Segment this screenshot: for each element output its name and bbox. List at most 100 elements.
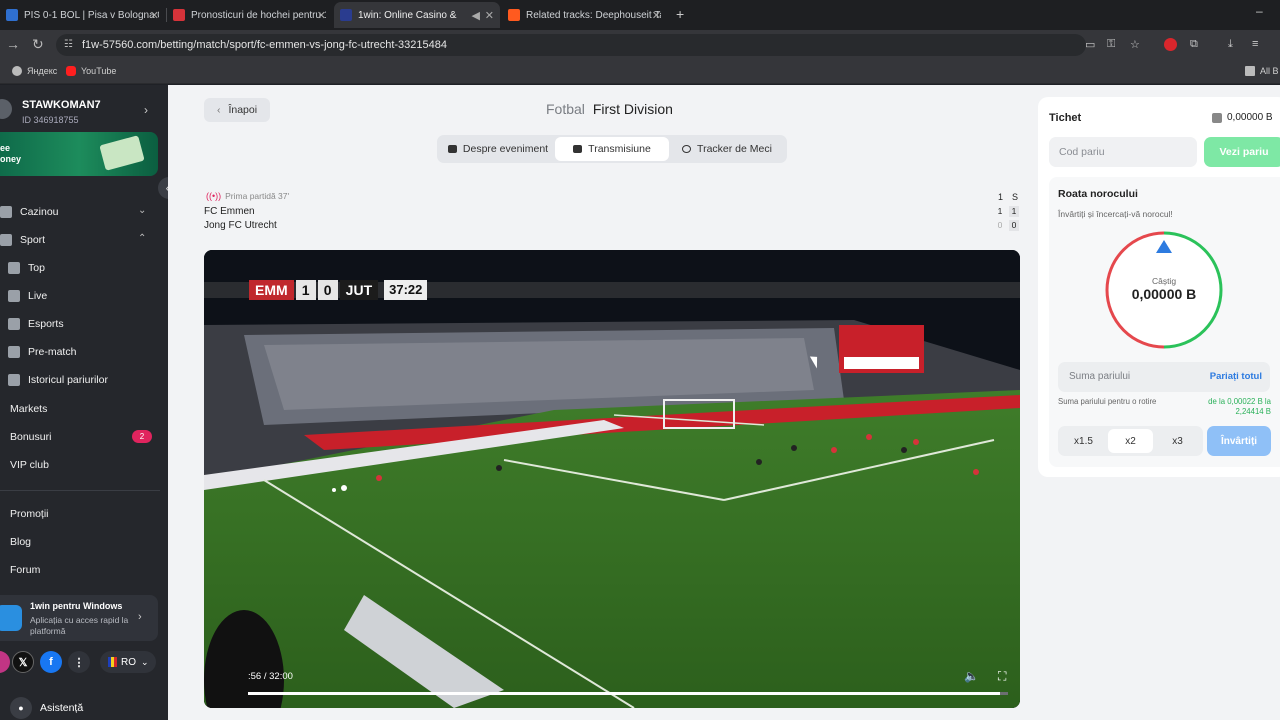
close-icon[interactable]: ✕ <box>485 9 494 22</box>
sidebar-item-top[interactable]: Top <box>8 258 45 278</box>
volume-icon[interactable]: 🔈 <box>964 669 979 683</box>
close-icon[interactable]: ✕ <box>652 9 661 22</box>
bookmark-label: All B <box>1260 66 1279 76</box>
facebook-icon[interactable]: f <box>40 651 62 673</box>
score-col-header: 1 <box>998 192 1004 202</box>
balance-value: 0,00000 B <box>1227 112 1273 123</box>
bookmark-label: Яндекс <box>27 66 58 76</box>
sidebar-item-label: Forum <box>10 564 41 576</box>
sidebar-item-sport[interactable]: Sport <box>0 230 45 250</box>
video-player[interactable]: EMM 1 0 JUT 37:22 :56 / 32:00 🔈 ⛶ <box>204 250 1020 708</box>
tab-despre-eveniment[interactable]: Despre eveniment <box>441 137 555 161</box>
minimize-icon[interactable]: – <box>1256 4 1280 18</box>
away-score-total: 0 <box>1009 220 1019 231</box>
sidebar-item-label: Esports <box>28 318 64 330</box>
more-icon[interactable]: ⋮ <box>68 651 90 673</box>
browser-tab-1[interactable]: PIS 0-1 BOL | Pisa v Bologna 02 ✕ <box>0 2 165 28</box>
forward-arrow-icon[interactable]: → <box>6 36 20 52</box>
live-status: ((•)) Prima partidă 37' <box>206 191 289 201</box>
sidebar-item-cazinou[interactable]: Cazinou <box>0 202 59 222</box>
view-bet-button[interactable]: Vezi pariu <box>1204 137 1280 167</box>
close-icon[interactable]: ✕ <box>150 9 159 22</box>
new-tab-plus-icon[interactable]: + <box>676 6 684 22</box>
download-icon[interactable]: ⤓ <box>1228 38 1233 51</box>
chat-icon: ● <box>10 697 32 719</box>
promo-banner[interactable]: ee oney <box>0 132 158 176</box>
back-label: Înapoi <box>228 104 258 116</box>
multiplier-x2[interactable]: x2 <box>1108 429 1153 453</box>
reload-icon[interactable]: ↻ <box>32 36 44 53</box>
spin-button[interactable]: Învârtiți <box>1207 426 1271 456</box>
browser-tab-4[interactable]: Related tracks: Deephouseit Tal ✕ <box>502 2 667 28</box>
instagram-icon[interactable] <box>0 651 10 673</box>
right-panel: Tichet 0,00000 B Vezi pariu Roata norocu… <box>1030 85 1280 720</box>
main-content: ‹ Înapoi Fotbal First Division Despre ev… <box>168 85 1030 720</box>
extensions-icon[interactable]: ⧉ <box>1190 38 1198 51</box>
tab-title: Related tracks: Deephouseit Tal <box>526 9 661 21</box>
chevron-left-icon: ‹ <box>216 104 221 116</box>
chevron-right-icon[interactable]: › <box>144 103 148 117</box>
url-field[interactable]: ☷ f1w-57560.com/betting/match/sport/fc-e… <box>56 34 1086 56</box>
multiplier-x1-5[interactable]: x1.5 <box>1061 429 1106 453</box>
sidebar-item-blog[interactable]: Blog <box>0 532 31 552</box>
broadcast-icon <box>682 145 692 153</box>
cast-icon[interactable]: ▭ <box>1085 38 1095 51</box>
sidebar-item-esports[interactable]: Esports <box>8 314 64 334</box>
username[interactable]: STAWKOMAN7 <box>22 99 101 111</box>
bookmark-youtube[interactable]: YouTube <box>66 66 116 76</box>
bookmark-yandex[interactable]: Яндекс <box>12 66 57 76</box>
away-abbr: JUT <box>339 280 379 300</box>
sidebar-item-prematch[interactable]: Pre-match <box>8 342 76 362</box>
multiplier-selector: x1.5 x2 x3 <box>1058 426 1203 456</box>
adblock-icon[interactable] <box>1164 38 1177 51</box>
range-value: de la 0,00022 B la 2,24414 B <box>1208 397 1271 416</box>
range-label: Suma pariului pentru o rotire <box>1058 397 1157 406</box>
sidebar-item-history[interactable]: Istoricul pariurilor <box>8 370 108 390</box>
bet-amount-field[interactable]: Suma pariului Pariați totul <box>1058 362 1270 392</box>
promo-text: ee <box>0 143 11 153</box>
back-button[interactable]: ‹ Înapoi <box>204 98 270 122</box>
tab-label: Despre eveniment <box>462 143 549 155</box>
gamepad-icon <box>8 318 20 330</box>
lucky-wheel-card: Roata norocului Învârtiți și încercați-v… <box>1049 177 1280 467</box>
sidebar-item-promotii[interactable]: Promoții <box>0 504 49 524</box>
language-code: RO <box>121 656 136 668</box>
sidebar-item-markets[interactable]: Markets <box>0 399 47 419</box>
tab-transmisiune[interactable]: Transmisiune <box>555 137 669 161</box>
tab-tracker-meci[interactable]: Tracker de Meci <box>671 137 783 161</box>
tab-favicon-icon <box>173 9 185 21</box>
fullscreen-icon[interactable]: ⛶ <box>998 669 1006 684</box>
multiplier-x3[interactable]: x3 <box>1155 429 1200 453</box>
close-icon[interactable]: ✕ <box>317 9 326 22</box>
site-settings-icon[interactable]: ☷ <box>64 39 73 50</box>
menu-icon[interactable]: ≡ <box>1252 38 1258 50</box>
x-twitter-icon[interactable]: 𝕏 <box>12 651 34 673</box>
chevron-down-icon[interactable]: ⌄ <box>138 205 146 216</box>
avatar[interactable] <box>0 99 12 119</box>
video-progress-bar[interactable] <box>248 692 1008 695</box>
home-score-total: 1 <box>1009 206 1019 217</box>
wheel-subtitle: Învârtiți și încercați-vă norocul! <box>1058 209 1173 219</box>
star-icon[interactable]: ☆ <box>1130 38 1140 51</box>
bet-code-input[interactable] <box>1049 137 1197 167</box>
bet-all-button[interactable]: Pariați totul <box>1210 371 1262 382</box>
user-id: ID 346918755 <box>22 115 79 125</box>
sidebar-item-bonusuri[interactable]: Bonusuri <box>0 427 51 447</box>
sidebar-item-live[interactable]: Live <box>8 286 47 306</box>
sidebar-item-forum[interactable]: Forum <box>0 560 40 580</box>
browser-tab-3-active[interactable]: 1win: Online Casino & Spor ◀ ✕ <box>334 2 500 28</box>
chevron-up-icon[interactable]: ⌃ <box>138 233 146 244</box>
windows-app-card[interactable]: 1win pentru Windows Aplicația cu acces r… <box>0 595 158 641</box>
speaker-icon: ◀ <box>471 9 480 22</box>
scoreboard-overlay: EMM 1 0 JUT 37:22 <box>249 280 428 300</box>
key-icon[interactable]: ⚿ <box>1107 38 1115 51</box>
stadium-scene-image <box>204 250 1020 708</box>
language-select[interactable]: RO ⌄ <box>100 651 156 673</box>
browser-tab-2[interactable]: Pronosticuri de hochei pentru 1 ✕ <box>167 2 332 28</box>
tab-title: Pronosticuri de hochei pentru 1 <box>191 9 326 21</box>
money-icon <box>99 135 145 171</box>
sidebar: STAWKOMAN7 ID 346918755 › ee oney « Cazi… <box>0 85 180 720</box>
all-bookmarks[interactable]: All B <box>1245 66 1279 76</box>
assistant-button[interactable]: ● Asistență <box>10 697 83 719</box>
sidebar-item-vip[interactable]: VIP club <box>0 455 49 475</box>
